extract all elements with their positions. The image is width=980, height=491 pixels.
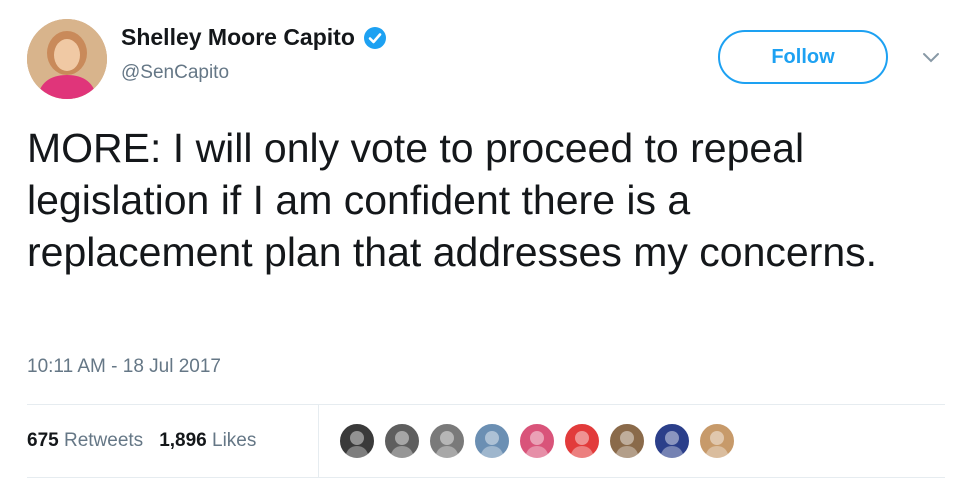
liker-avatar-7[interactable] xyxy=(608,422,646,460)
liker-avatar-6[interactable] xyxy=(563,422,601,460)
tweet-text: MORE: I will only vote to proceed to rep… xyxy=(27,125,878,275)
author-handle[interactable]: @SenCapito xyxy=(121,62,229,84)
liker-avatar-8[interactable] xyxy=(653,422,691,460)
divider xyxy=(27,477,945,478)
retweets-stat[interactable]: 675 Retweets xyxy=(27,430,143,452)
tweet-timestamp[interactable]: 10:11 AM - 18 Jul 2017 xyxy=(27,356,221,378)
follow-button[interactable]: Follow xyxy=(718,30,888,84)
tweet-stats: 675 Retweets 1,896 Likes xyxy=(27,430,256,452)
liker-avatar-2[interactable] xyxy=(383,422,421,460)
liker-avatar-5[interactable] xyxy=(518,422,556,460)
liker-avatar-9[interactable] xyxy=(698,422,736,460)
avatar[interactable] xyxy=(27,19,107,99)
divider xyxy=(318,404,319,477)
retweets-label: Retweets xyxy=(63,430,144,451)
author-display-name[interactable]: Shelley Moore Capito xyxy=(121,24,355,51)
liker-avatar-1[interactable] xyxy=(338,422,376,460)
likes-count: 1,896 xyxy=(159,430,207,451)
likes-stat[interactable]: 1,896 Likes xyxy=(159,430,256,452)
verified-badge-icon xyxy=(363,26,387,50)
author-name-row[interactable]: Shelley Moore Capito xyxy=(121,24,387,51)
chevron-down-icon[interactable] xyxy=(921,50,941,66)
divider xyxy=(27,404,945,405)
likes-label: Likes xyxy=(212,430,257,451)
liker-avatars xyxy=(338,422,736,460)
retweets-count: 675 xyxy=(27,430,59,451)
liker-avatar-4[interactable] xyxy=(473,422,511,460)
liker-avatar-3[interactable] xyxy=(428,422,466,460)
